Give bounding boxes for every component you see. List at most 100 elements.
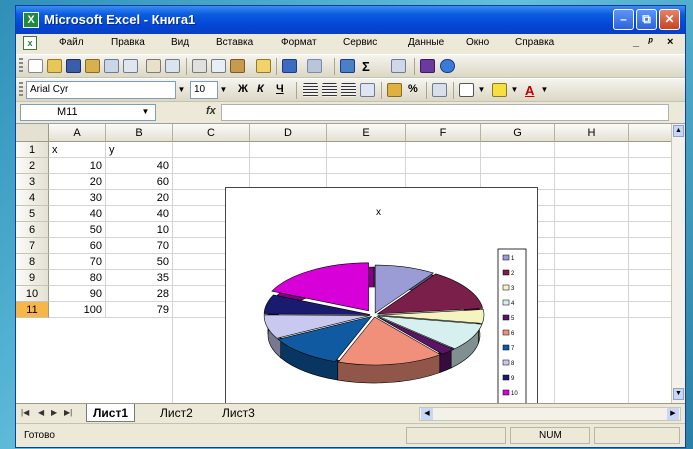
menu-insert[interactable]: Вставка (216, 37, 253, 48)
cell-a5[interactable]: 40 (49, 206, 106, 222)
copy-icon[interactable] (211, 59, 226, 73)
cell-b9[interactable]: 35 (106, 270, 173, 286)
cell-b6[interactable]: 10 (106, 222, 173, 238)
select-all-corner[interactable] (16, 124, 49, 142)
font-size-dropdown-icon[interactable]: ▼ (218, 81, 229, 99)
scroll-right-icon[interactable]: ▶ (667, 408, 679, 420)
next-sheet-icon[interactable]: ▶ (51, 408, 57, 417)
paste-icon[interactable] (230, 59, 245, 73)
hyperlink-icon[interactable] (340, 59, 355, 73)
row-header-4[interactable]: 4 (16, 190, 49, 206)
new-icon[interactable] (28, 59, 43, 73)
font-size-select[interactable]: 10 (190, 81, 218, 99)
align-center-icon[interactable] (322, 83, 337, 97)
cell-b3[interactable]: 60 (106, 174, 173, 190)
row-header-8[interactable]: 8 (16, 254, 49, 270)
font-color-icon[interactable]: A (525, 83, 534, 98)
chart-wizard-icon[interactable] (420, 59, 435, 73)
borders-icon[interactable] (459, 83, 474, 97)
align-right-icon[interactable] (341, 83, 356, 97)
cell-a8[interactable]: 70 (49, 254, 106, 270)
align-left-icon[interactable] (303, 83, 318, 97)
merge-center-icon[interactable] (360, 83, 375, 97)
menu-tools[interactable]: Сервис (343, 37, 377, 48)
format-painter-icon[interactable] (256, 59, 271, 73)
cell-a11[interactable]: 100 (49, 302, 106, 318)
row-header-3[interactable]: 3 (16, 174, 49, 190)
vertical-scrollbar[interactable]: ▲ ▼ (671, 124, 685, 403)
last-sheet-icon[interactable]: ▶| (64, 408, 72, 417)
row-header-10[interactable]: 10 (16, 286, 49, 302)
cut-icon[interactable] (192, 59, 207, 73)
scroll-up-icon[interactable]: ▲ (673, 125, 684, 137)
cell-a2[interactable]: 10 (49, 158, 106, 174)
open-icon[interactable] (47, 59, 62, 73)
pie-chart[interactable]: x 1 2 3 4 5 6 7 8 9 10 (225, 187, 538, 403)
cell-a4[interactable]: 30 (49, 190, 106, 206)
cell-a10[interactable]: 90 (49, 286, 106, 302)
cell-a1[interactable]: x (49, 142, 106, 158)
menu-view[interactable]: Вид (171, 37, 189, 48)
menu-edit[interactable]: Правка (111, 37, 145, 48)
column-header-d[interactable]: D (250, 124, 327, 142)
redo-icon[interactable] (307, 59, 322, 73)
cell-a6[interactable]: 50 (49, 222, 106, 238)
horizontal-scrollbar[interactable]: ◀ ▶ (419, 407, 681, 421)
fill-color-icon[interactable] (492, 83, 507, 97)
column-header-h[interactable]: H (555, 124, 629, 142)
sheet-tab-2[interactable]: Лист2 (154, 404, 199, 422)
sheet-tab-3[interactable]: Лист3 (216, 404, 261, 422)
menu-file[interactable]: Файл (59, 37, 84, 48)
print-icon[interactable] (104, 59, 119, 73)
minimize-button[interactable]: – (613, 9, 634, 30)
cell-a7[interactable]: 60 (49, 238, 106, 254)
excel-app-icon[interactable]: X (23, 12, 39, 28)
prev-sheet-icon[interactable]: ◀ (38, 408, 44, 417)
cell-b1[interactable]: y (106, 142, 173, 158)
row-header-7[interactable]: 7 (16, 238, 49, 254)
italic-button[interactable]: К (257, 83, 264, 95)
doc-minimize-button[interactable]: _ (633, 36, 639, 48)
font-name-dropdown-icon[interactable]: ▼ (176, 81, 187, 99)
menu-help[interactable]: Справка (515, 37, 554, 48)
scroll-down-icon[interactable]: ▼ (673, 388, 684, 400)
print-preview-icon[interactable] (123, 59, 138, 73)
first-sheet-icon[interactable]: |◀ (21, 408, 29, 417)
sort-ascending-icon[interactable] (391, 59, 406, 73)
worksheet-grid[interactable]: A B C D E F G H 1 x y 2 10 40 3 20 60 4 30 20 5 40 40 6… (16, 124, 671, 403)
fill-color-dropdown-icon[interactable]: ▼ (509, 81, 520, 99)
save-icon[interactable] (66, 59, 81, 73)
doc-restore-button[interactable]: ᵖ (648, 36, 653, 48)
column-header-f[interactable]: F (406, 124, 481, 142)
cell-b4[interactable]: 20 (106, 190, 173, 206)
title-bar[interactable]: X Microsoft Excel - Книга1 – ⧉ ✕ (16, 6, 685, 34)
menu-format[interactable]: Формат (281, 37, 317, 48)
increase-indent-icon[interactable] (432, 83, 447, 97)
column-header-next[interactable] (629, 124, 671, 142)
cell-b2[interactable]: 40 (106, 158, 173, 174)
column-header-e[interactable]: E (327, 124, 406, 142)
column-header-c[interactable]: C (173, 124, 250, 142)
sheet-tab-1[interactable]: Лист1 (86, 404, 136, 422)
column-header-a[interactable]: A (49, 124, 106, 142)
font-color-dropdown-icon[interactable]: ▼ (539, 81, 550, 99)
toolbar-grip[interactable] (19, 58, 23, 74)
undo-icon[interactable] (282, 59, 297, 73)
document-icon[interactable]: x (23, 36, 37, 50)
cell-b11[interactable]: 79 (106, 302, 173, 318)
cell-a3[interactable]: 20 (49, 174, 106, 190)
row-header-2[interactable]: 2 (16, 158, 49, 174)
underline-button[interactable]: Ч (276, 83, 284, 95)
maximize-button[interactable]: ⧉ (636, 9, 657, 30)
font-name-select[interactable]: Arial Cyr (26, 81, 176, 99)
name-box-dropdown-icon[interactable]: ▼ (140, 103, 151, 121)
toolbar-grip-2[interactable] (19, 82, 23, 98)
borders-dropdown-icon[interactable]: ▼ (476, 81, 487, 99)
row-header-9[interactable]: 9 (16, 270, 49, 286)
cell-b8[interactable]: 50 (106, 254, 173, 270)
spelling-icon[interactable] (146, 59, 161, 73)
research-icon[interactable] (165, 59, 180, 73)
row-header-1[interactable]: 1 (16, 142, 49, 158)
scroll-left-icon[interactable]: ◀ (421, 408, 433, 420)
percent-button[interactable]: % (408, 83, 418, 95)
